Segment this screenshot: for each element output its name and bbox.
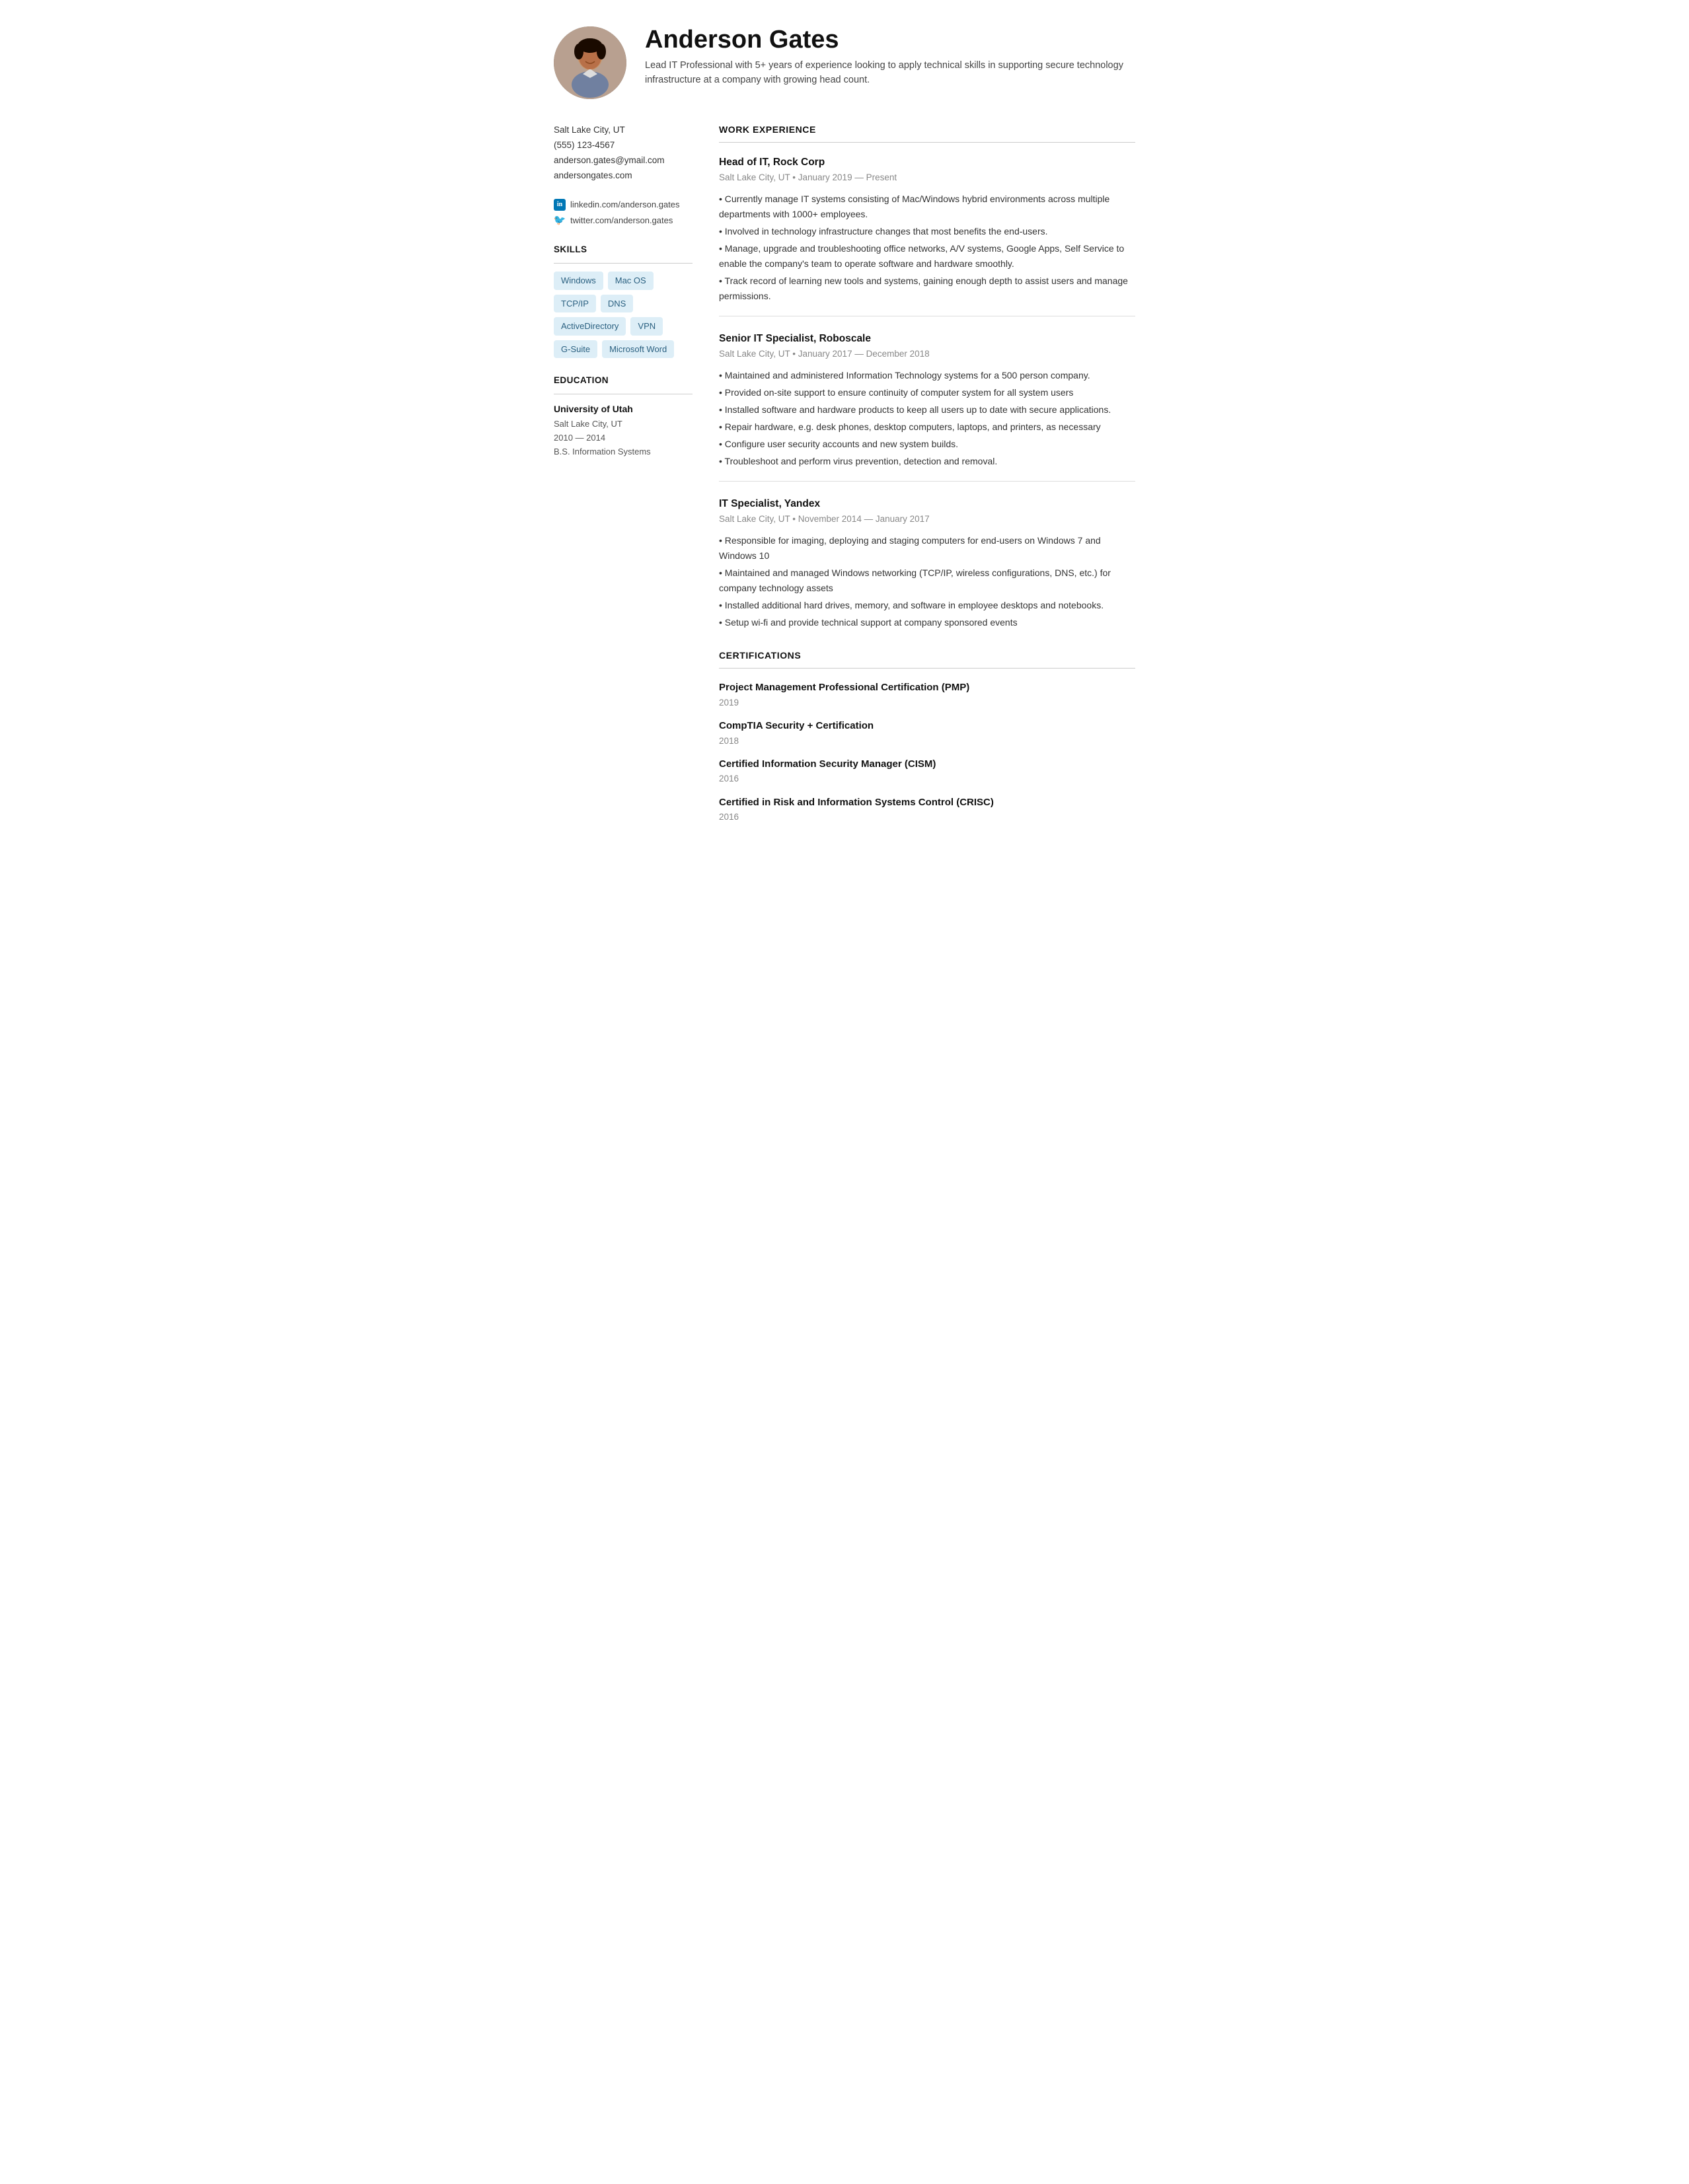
skill-tag: G-Suite: [554, 340, 597, 359]
contact-section: Salt Lake City, UT (555) 123-4567 anders…: [554, 123, 693, 184]
candidate-name: Anderson Gates: [645, 26, 1135, 54]
cert-year: 2019: [719, 696, 1135, 710]
cert-entry: Certified Information Security Manager (…: [719, 757, 1135, 786]
contact-website: andersongates.com: [554, 168, 693, 184]
cert-name: CompTIA Security + Certification: [719, 719, 1135, 734]
avatar: [554, 26, 626, 99]
skill-tag: Mac OS: [608, 272, 654, 290]
social-twitter: 🐦 twitter.com/anderson.gates: [554, 214, 693, 227]
job-bullets: • Currently manage IT systems consisting…: [719, 192, 1135, 305]
job-bullet: • Responsible for imaging, deploying and…: [719, 533, 1135, 564]
job-bullet: • Repair hardware, e.g. desk phones, des…: [719, 419, 1135, 435]
cert-entry: Certified in Risk and Information System…: [719, 795, 1135, 824]
cert-name: Project Management Professional Certific…: [719, 680, 1135, 696]
job-title: Head of IT, Rock Corp: [719, 155, 1135, 170]
skill-tag: Microsoft Word: [602, 340, 674, 359]
job-bullet: • Maintained and administered Informatio…: [719, 368, 1135, 383]
linkedin-label: linkedin.com/anderson.gates: [570, 198, 680, 211]
edu-location: Salt Lake City, UT: [554, 418, 693, 431]
skills-grid: Windows Mac OS TCP/IP DNS ActiveDirectoryVPN…: [554, 272, 693, 358]
cert-year: 2018: [719, 735, 1135, 748]
edu-degree: B.S. Information Systems: [554, 445, 693, 459]
contact-email: anderson.gates@ymail.com: [554, 153, 693, 168]
job-bullet: • Maintained and managed Windows network…: [719, 565, 1135, 596]
sidebar: Salt Lake City, UT (555) 123-4567 anders…: [554, 123, 693, 842]
job-meta: Salt Lake City, UT • January 2019 — Pres…: [719, 171, 1135, 184]
cert-name: Certified Information Security Manager (…: [719, 757, 1135, 772]
header-section: Anderson Gates Lead IT Professional with…: [554, 26, 1135, 99]
job-bullet: • Setup wi-fi and provide technical supp…: [719, 615, 1135, 630]
candidate-tagline: Lead IT Professional with 5+ years of ex…: [645, 58, 1135, 88]
skill-tag: Windows: [554, 272, 603, 290]
work-divider: [719, 142, 1135, 143]
job-bullet: • Troubleshoot and perform virus prevent…: [719, 454, 1135, 469]
job-bullet: • Currently manage IT systems consisting…: [719, 192, 1135, 222]
job-bullet: • Installed additional hard drives, memo…: [719, 598, 1135, 613]
skills-section: SKILLS Windows Mac OS TCP/IP DNS ActiveDirec…: [554, 243, 693, 358]
linkedin-icon: in: [554, 199, 566, 211]
cert-name: Certified in Risk and Information System…: [719, 795, 1135, 811]
job-meta: Salt Lake City, UT • January 2017 — Dece…: [719, 347, 1135, 361]
job-bullets: • Maintained and administered Informatio…: [719, 368, 1135, 470]
work-section-title: WORK EXPERIENCE: [719, 123, 1135, 137]
skill-tag: DNS: [601, 295, 633, 313]
job-meta: Salt Lake City, UT • November 2014 — Jan…: [719, 513, 1135, 526]
certs-container: Project Management Professional Certific…: [719, 680, 1135, 824]
job-bullet: • Installed software and hardware produc…: [719, 402, 1135, 418]
job-entry: Head of IT, Rock CorpSalt Lake City, UT …: [719, 155, 1135, 316]
education-title: EDUCATION: [554, 374, 693, 387]
body-layout: Salt Lake City, UT (555) 123-4567 anders…: [554, 123, 1135, 842]
header-text: Anderson Gates Lead IT Professional with…: [645, 26, 1135, 88]
skills-title: SKILLS: [554, 243, 693, 256]
social-linkedin: in linkedin.com/anderson.gates: [554, 198, 693, 211]
social-section: in linkedin.com/anderson.gates 🐦 twitter…: [554, 198, 693, 227]
cert-section: CERTIFICATIONS Project Management Profes…: [719, 649, 1135, 824]
resume-page: Anderson Gates Lead IT Professional with…: [527, 0, 1162, 882]
work-section: WORK EXPERIENCE Head of IT, Rock CorpSal…: [719, 123, 1135, 630]
job-bullet: • Track record of learning new tools and…: [719, 273, 1135, 304]
education-section: EDUCATION University of Utah Salt Lake C…: [554, 374, 693, 459]
cert-section-title: CERTIFICATIONS: [719, 649, 1135, 663]
cert-year: 2016: [719, 811, 1135, 824]
main-content: WORK EXPERIENCE Head of IT, Rock CorpSal…: [719, 123, 1135, 842]
education-entry: University of Utah Salt Lake City, UT 20…: [554, 402, 693, 458]
job-title: Senior IT Specialist, Roboscale: [719, 331, 1135, 346]
job-entry: Senior IT Specialist, RoboscaleSalt Lake…: [719, 331, 1135, 482]
job-title: IT Specialist, Yandex: [719, 496, 1135, 511]
skill-tag: TCP/IP: [554, 295, 596, 313]
job-bullets: • Responsible for imaging, deploying and…: [719, 533, 1135, 631]
edu-years: 2010 — 2014: [554, 431, 693, 445]
job-bullet: • Configure user security accounts and n…: [719, 437, 1135, 452]
skill-tag: ActiveDirectory: [554, 317, 626, 336]
job-bullet: • Provided on-site support to ensure con…: [719, 385, 1135, 400]
cert-year: 2016: [719, 772, 1135, 785]
jobs-container: Head of IT, Rock CorpSalt Lake City, UT …: [719, 155, 1135, 630]
cert-entry: Project Management Professional Certific…: [719, 680, 1135, 710]
edu-school: University of Utah: [554, 402, 693, 416]
contact-city: Salt Lake City, UT: [554, 123, 693, 138]
skills-divider: [554, 263, 693, 264]
twitter-label: twitter.com/anderson.gates: [570, 214, 673, 227]
cert-divider: [719, 668, 1135, 669]
job-bullet: • Involved in technology infrastructure …: [719, 224, 1135, 239]
contact-phone: (555) 123-4567: [554, 138, 693, 153]
job-bullet: • Manage, upgrade and troubleshooting of…: [719, 241, 1135, 272]
twitter-icon: 🐦: [554, 215, 566, 227]
job-entry: IT Specialist, Yandex Salt Lake City, UT …: [719, 496, 1135, 630]
cert-entry: CompTIA Security + Certification2018: [719, 719, 1135, 748]
skill-tag: VPN: [630, 317, 663, 336]
